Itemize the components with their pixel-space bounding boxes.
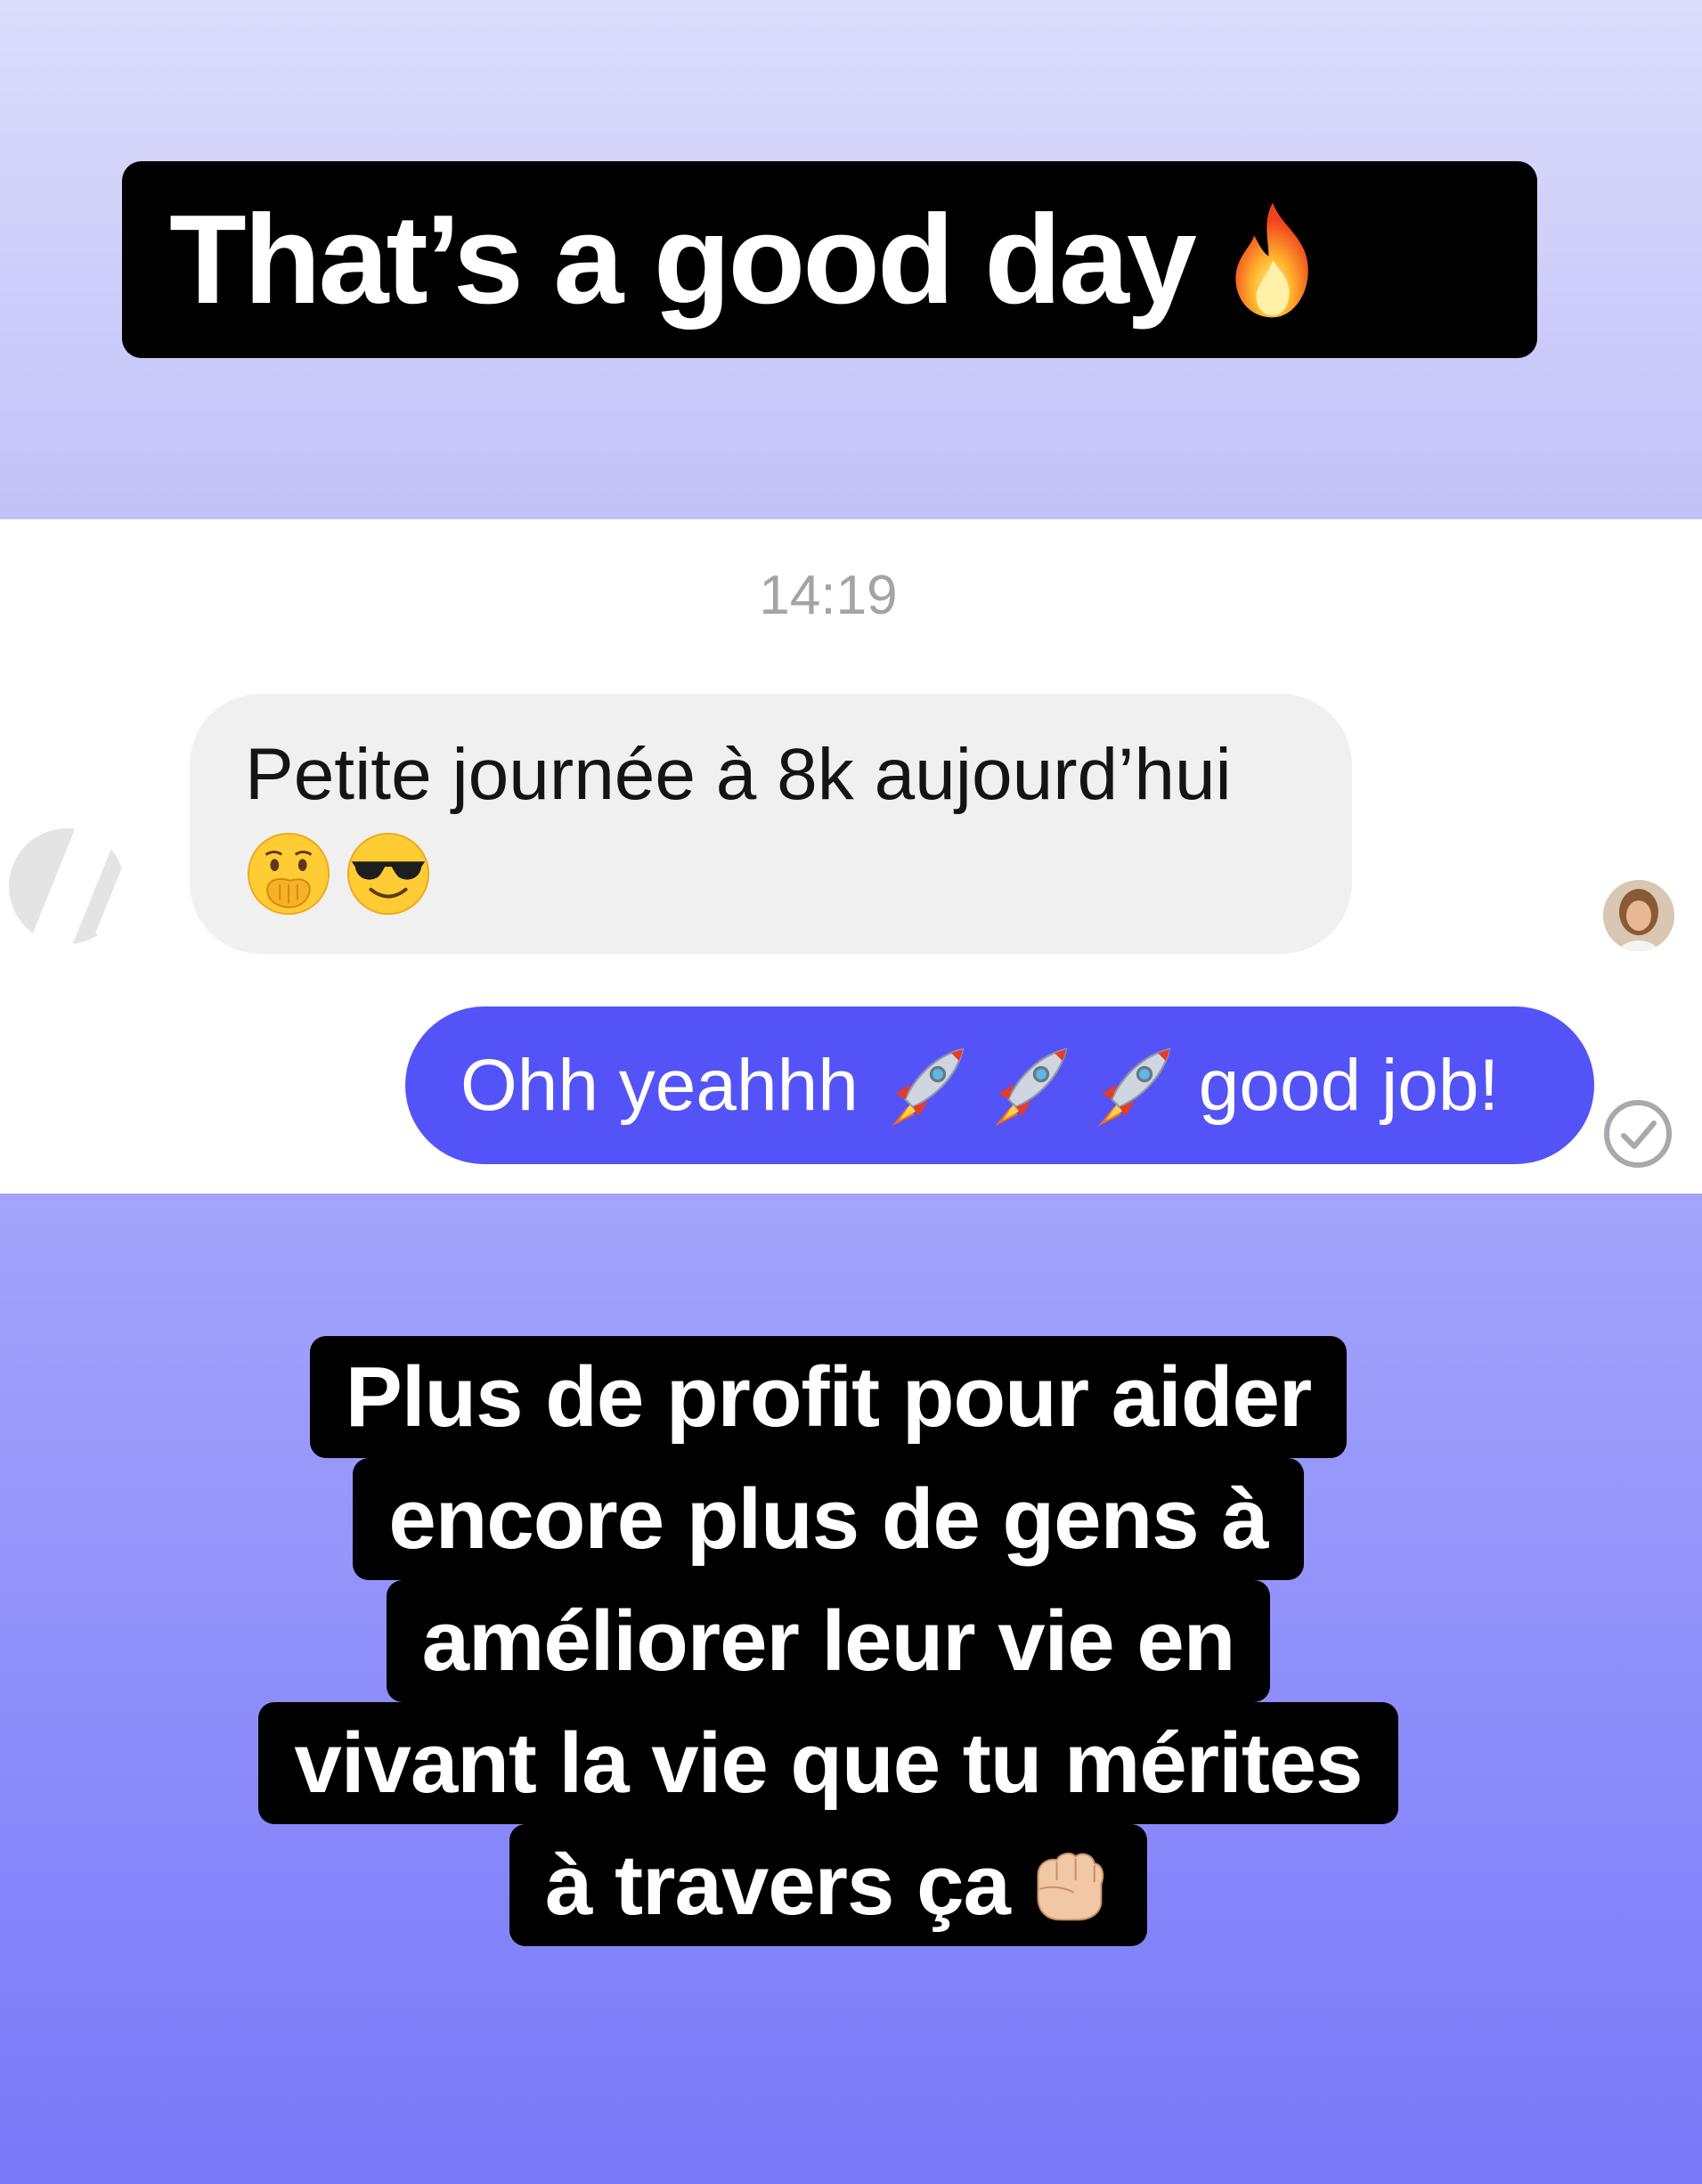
incoming-emoji-row xyxy=(245,830,1297,917)
chat-thread: 14:19 Petite journée à 8k aujourd’hui Oh… xyxy=(0,519,1702,1194)
caption-line: Plus de profit pour aider xyxy=(0,1336,1657,1458)
caption-line-text: améliorer leur vie en xyxy=(386,1580,1271,1702)
fire-emoji-icon xyxy=(1235,202,1308,317)
rocket-emoji-icon xyxy=(891,1047,965,1126)
outgoing-message-text-start: Ohh yeahhh xyxy=(460,1044,859,1126)
caption-line-text: encore plus de gens à xyxy=(353,1458,1304,1580)
outgoing-message-text-end: good job! xyxy=(1198,1044,1500,1126)
outgoing-message-bubble[interactable]: Ohh yeahhh good job! xyxy=(405,1006,1594,1164)
message-timestamp: 14:19 xyxy=(759,565,898,626)
caption-line: améliorer leur vie en xyxy=(0,1580,1657,1702)
headline-box: That’s a good day xyxy=(122,161,1537,358)
caption-line-last-box: à travers ça xyxy=(509,1824,1147,1946)
recipient-avatar-image xyxy=(1603,880,1674,951)
headline-text: That’s a good day xyxy=(169,188,1197,330)
caption-line-text: vivant la vie que tu mérites xyxy=(258,1702,1398,1824)
top-banner: That’s a good day xyxy=(0,0,1702,519)
sender-avatar[interactable] xyxy=(9,828,125,944)
face-with-hand-over-mouth-emoji-icon xyxy=(247,832,330,915)
caption-line: vivant la vie que tu mérites xyxy=(0,1702,1657,1824)
caption-line-text: à travers ça xyxy=(545,1838,1011,1933)
rocket-emoji-icon xyxy=(994,1047,1068,1126)
smiling-face-with-sunglasses-emoji-icon xyxy=(346,832,430,915)
rocket-emoji-group xyxy=(878,1038,1188,1134)
caption-line-text: Plus de profit pour aider xyxy=(309,1336,1348,1458)
check-circle-icon xyxy=(1604,1100,1672,1168)
caption-block: Plus de profit pour aider encore plus de… xyxy=(0,1336,1657,1946)
rocket-emoji-icon xyxy=(1097,1047,1171,1126)
caption-line: encore plus de gens à xyxy=(0,1458,1657,1580)
incoming-message-text: Petite journée à 8k aujourd’hui xyxy=(245,734,1232,815)
recipient-avatar[interactable] xyxy=(1603,880,1674,951)
outgoing-message-content: Ohh yeahhh good job! xyxy=(460,1038,1499,1134)
fist-emoji-icon xyxy=(1037,1852,1104,1921)
caption-line-last: à travers ça xyxy=(0,1824,1657,1946)
incoming-message-bubble[interactable]: Petite journée à 8k aujourd’hui xyxy=(190,694,1352,954)
bottom-banner: Plus de profit pour aider encore plus de… xyxy=(0,1194,1702,2184)
